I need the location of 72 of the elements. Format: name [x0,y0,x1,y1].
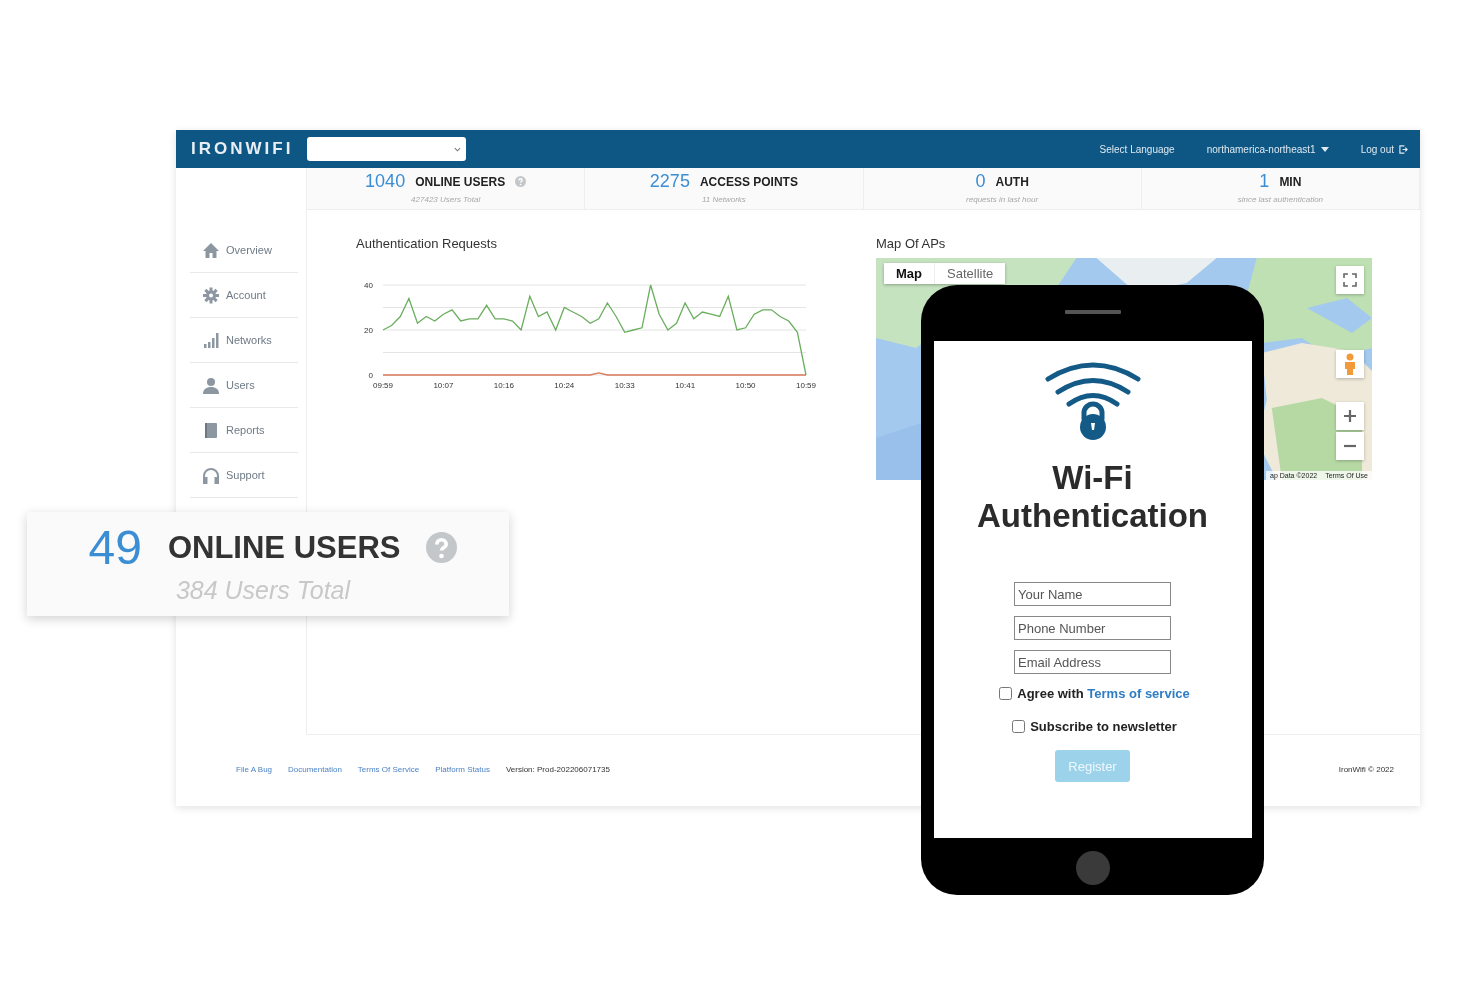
axis-label: 10:41 [675,381,696,390]
gear-icon [202,286,220,304]
chart-title: Authentication Requests [356,236,498,251]
map-tab[interactable]: Satellite [935,263,1006,284]
sidebar-item[interactable]: Users [190,363,298,408]
input-field[interactable]: Your Name [1014,582,1171,606]
axis-label: 10:33 [614,381,635,390]
zoom-out-button[interactable] [1336,432,1364,460]
checkbox[interactable] [1012,720,1026,733]
stat-caption: 427423 Users Total [411,195,481,204]
footer-link[interactable]: Terms Of Service [357,765,420,774]
version-text: Version: Prod-202206071735 [505,765,610,774]
region-dropdown[interactable]: northamerica-northeast1 [1206,143,1329,155]
copyright-text: IronWifi © 2022 [1338,765,1394,774]
map-tab[interactable]: Map [884,263,935,284]
newsletter-label: Subscribe to newsletter [1030,719,1177,734]
logout-icon [1399,144,1408,154]
book-icon [202,421,220,439]
home-icon [202,241,220,259]
logo: IRONWIFI [191,139,294,159]
sidebar-item[interactable]: Support [190,453,298,498]
stat-value: 1 [1259,171,1270,192]
caret-icon [1320,146,1329,152]
axis-label: 10:24 [554,381,575,390]
sidebar-item[interactable]: Account [190,273,298,318]
stat-label: MIN [1279,174,1302,189]
axis-label: 10:50 [735,381,756,390]
fullscreen-button[interactable] [1336,266,1364,294]
stat-caption: since last authentication [1237,195,1324,204]
stat-value: 0 [975,171,986,192]
sidebar-item[interactable]: Reports [190,408,298,453]
speaker-icon [1064,310,1121,314]
logout-link[interactable]: Log out [1360,143,1408,155]
checkbox[interactable] [999,687,1013,700]
axis-label: 10:59 [796,381,816,390]
terms-link[interactable]: Terms of service [1087,686,1190,701]
wifi-lock-icon [1044,359,1141,441]
axis-label: 09:59 [373,381,393,390]
stat-caption: requests in last hour [966,195,1039,204]
sidebar-item[interactable]: Overview [190,228,298,273]
street-view-button[interactable] [1336,350,1364,378]
input-field[interactable]: Phone Number [1014,616,1171,640]
stat-label: AUTH [995,174,1029,189]
bar-chart-icon [202,331,220,349]
stat-caption: 11 Networks [701,195,746,204]
expand-icon [1343,273,1357,287]
map-title: Map Of APs [876,236,947,251]
stat-label: ONLINE USERS [167,529,401,566]
footer-link[interactable]: File A Bug [236,765,273,774]
language-link[interactable]: Select Language [1099,143,1175,155]
axis-label: 10:07 [433,381,454,390]
axis-label: 40 [364,281,373,290]
axis-label: 10:16 [493,381,514,390]
page-title: Wi-Fi Authentication [976,459,1209,535]
footer-link[interactable]: Documentation [288,765,342,774]
stat-value: 49 [88,520,142,575]
stat-value: 2275 [649,171,690,192]
input-field[interactable]: Email Address [1014,650,1171,674]
stat-label: ONLINE USERS [415,174,506,189]
stat-value: 1040 [365,171,406,192]
axis-label: 0 [368,371,373,380]
sidebar-item[interactable]: Networks [190,318,298,363]
stat-label: ACCESS POINTS [699,174,798,189]
plus-icon [1343,409,1357,423]
person-icon [1344,353,1356,375]
zoom-in-button[interactable] [1336,402,1364,430]
person-icon [202,376,220,394]
footer-link[interactable]: Platform Status [435,765,490,774]
headset-icon [202,466,220,484]
axis-label: 20 [364,326,373,335]
agree-text: Agree with Terms of service [1017,686,1190,701]
chevron-icon [454,147,462,152]
